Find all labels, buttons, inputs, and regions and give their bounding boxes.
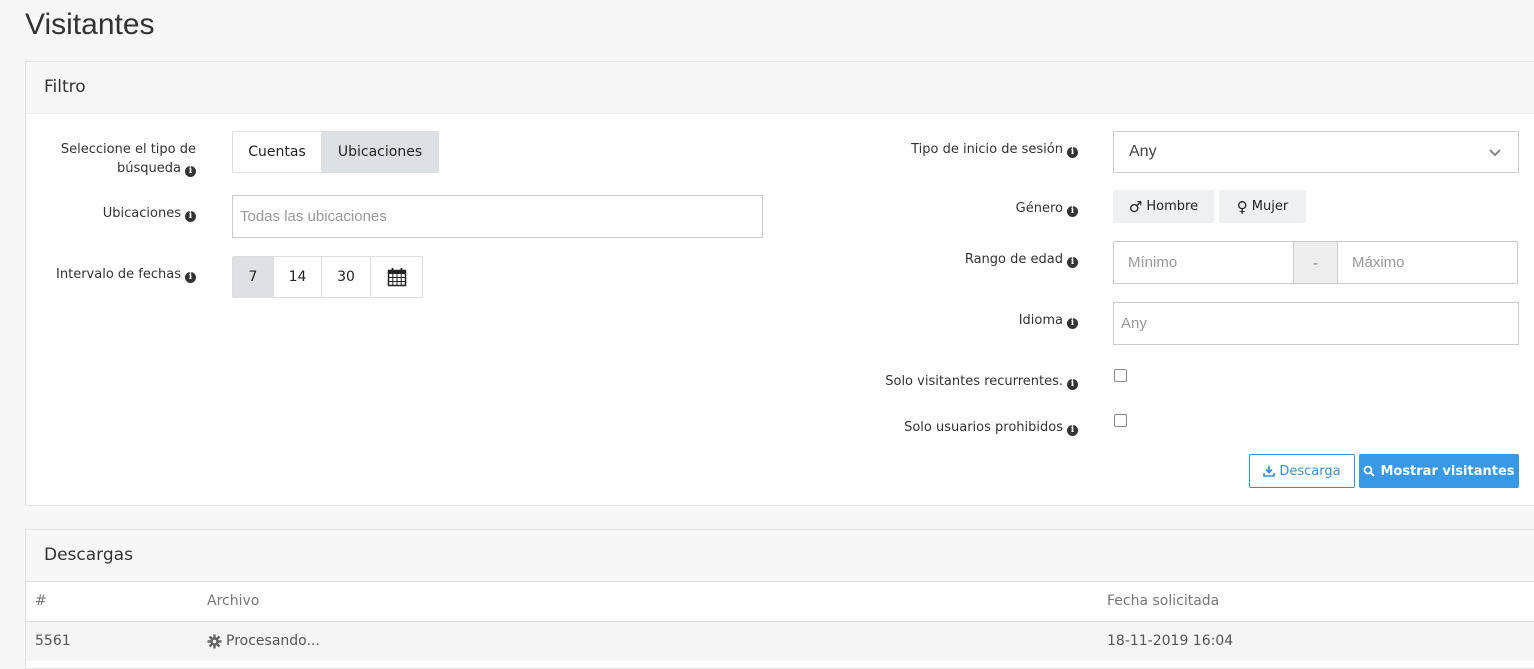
date-range-7[interactable]: 7	[233, 257, 274, 297]
date-range-label-text: Intervalo de fechas	[56, 267, 181, 282]
date-range-14[interactable]: 14	[274, 257, 322, 297]
info-icon: i	[1067, 147, 1078, 158]
age-min-placeholder: Mínimo	[1128, 254, 1178, 271]
info-icon: i	[185, 166, 196, 177]
age-max-input[interactable]: Máximo	[1337, 241, 1518, 284]
info-icon: i	[1067, 257, 1078, 268]
search-type-label-text: Seleccione el tipo de búsqueda	[60, 142, 196, 176]
chevron-down-icon	[1489, 149, 1501, 157]
gear-icon	[207, 633, 222, 649]
banned-only-label-text: Solo usuarios prohibidos	[904, 420, 1063, 435]
gender-male-label: Hombre	[1146, 199, 1199, 214]
download-icon	[1263, 466, 1276, 477]
male-icon: ♂	[1128, 197, 1143, 216]
language-label-text: Idioma	[1018, 313, 1063, 328]
login-type-label-text: Tipo de inicio de sesión	[911, 142, 1063, 157]
info-icon: i	[1067, 379, 1078, 390]
locations-label: Ubicaciones i	[44, 204, 196, 223]
downloads-panel: Descargas # Archivo Fecha solicitada 556…	[25, 529, 1534, 669]
search-type-toggle: Cuentas Ubicaciones	[232, 131, 439, 173]
age-range-label: Rango de edad i	[786, 250, 1078, 269]
age-range-separator: -	[1293, 241, 1338, 284]
recurring-only-checkbox[interactable]	[1114, 369, 1127, 382]
locations-placeholder: Todas las ubicaciones	[240, 208, 387, 225]
info-icon: i	[1067, 206, 1078, 217]
female-icon: ♀	[1236, 197, 1248, 216]
filter-panel-title: Filtro	[26, 62, 1534, 114]
download-button-label: Descarga	[1279, 463, 1341, 479]
search-type-ubicaciones[interactable]: Ubicaciones	[322, 132, 438, 172]
info-icon: i	[185, 211, 196, 222]
age-range-label-text: Rango de edad	[964, 252, 1063, 267]
date-range-30[interactable]: 30	[322, 257, 371, 297]
show-visitors-button[interactable]: Mostrar visitantes	[1359, 454, 1519, 488]
age-max-placeholder: Máximo	[1352, 254, 1405, 271]
date-range-toggle: 7 14 30	[232, 256, 423, 298]
row-file: Procesando...	[207, 633, 320, 649]
download-button[interactable]: Descarga	[1249, 454, 1355, 488]
page-title: Visitantes	[25, 8, 155, 41]
column-header-file: Archivo	[207, 593, 260, 609]
language-placeholder: Any	[1121, 315, 1147, 332]
date-range-label: Intervalo de fechas i	[44, 265, 196, 284]
calendar-button[interactable]	[371, 257, 422, 297]
row-date: 18-11-2019 16:04	[1107, 633, 1234, 649]
search-icon	[1364, 465, 1376, 477]
search-type-label: Seleccione el tipo de búsqueda i	[44, 140, 196, 178]
recurring-only-label: Solo visitantes recurrentes. i	[786, 372, 1078, 391]
info-icon: i	[185, 272, 196, 283]
show-visitors-button-label: Mostrar visitantes	[1380, 463, 1515, 479]
login-type-select[interactable]: Any	[1113, 131, 1519, 173]
age-min-input[interactable]: Mínimo	[1113, 241, 1294, 284]
language-label: Idioma i	[786, 311, 1078, 330]
filter-panel: Filtro Seleccione el tipo de búsqueda i C…	[25, 61, 1534, 506]
login-type-value: Any	[1129, 143, 1157, 160]
column-header-id: #	[35, 593, 47, 609]
banned-only-checkbox[interactable]	[1114, 414, 1127, 427]
downloads-panel-title: Descargas	[26, 530, 1534, 582]
info-icon: i	[1067, 318, 1078, 329]
gender-label: Género i	[786, 199, 1078, 218]
locations-input[interactable]: Todas las ubicaciones	[232, 195, 763, 238]
calendar-icon	[387, 268, 406, 287]
gender-label-text: Género	[1015, 201, 1063, 216]
search-type-cuentas[interactable]: Cuentas	[233, 132, 322, 172]
column-header-date: Fecha solicitada	[1107, 593, 1220, 609]
banned-only-label: Solo usuarios prohibidos i	[786, 418, 1078, 437]
locations-label-text: Ubicaciones	[102, 206, 181, 221]
recurring-only-label-text: Solo visitantes recurrentes.	[885, 374, 1063, 389]
info-icon: i	[1067, 425, 1078, 436]
language-input[interactable]: Any	[1113, 302, 1519, 345]
login-type-label: Tipo de inicio de sesión i	[786, 140, 1078, 159]
row-id: 5561	[35, 633, 71, 649]
row-file-status: Procesando...	[226, 633, 320, 649]
gender-female-label: Mujer	[1251, 199, 1289, 214]
gender-male-button[interactable]: ♂ Hombre	[1113, 190, 1214, 223]
gender-female-button[interactable]: ♀ Mujer	[1219, 190, 1306, 223]
